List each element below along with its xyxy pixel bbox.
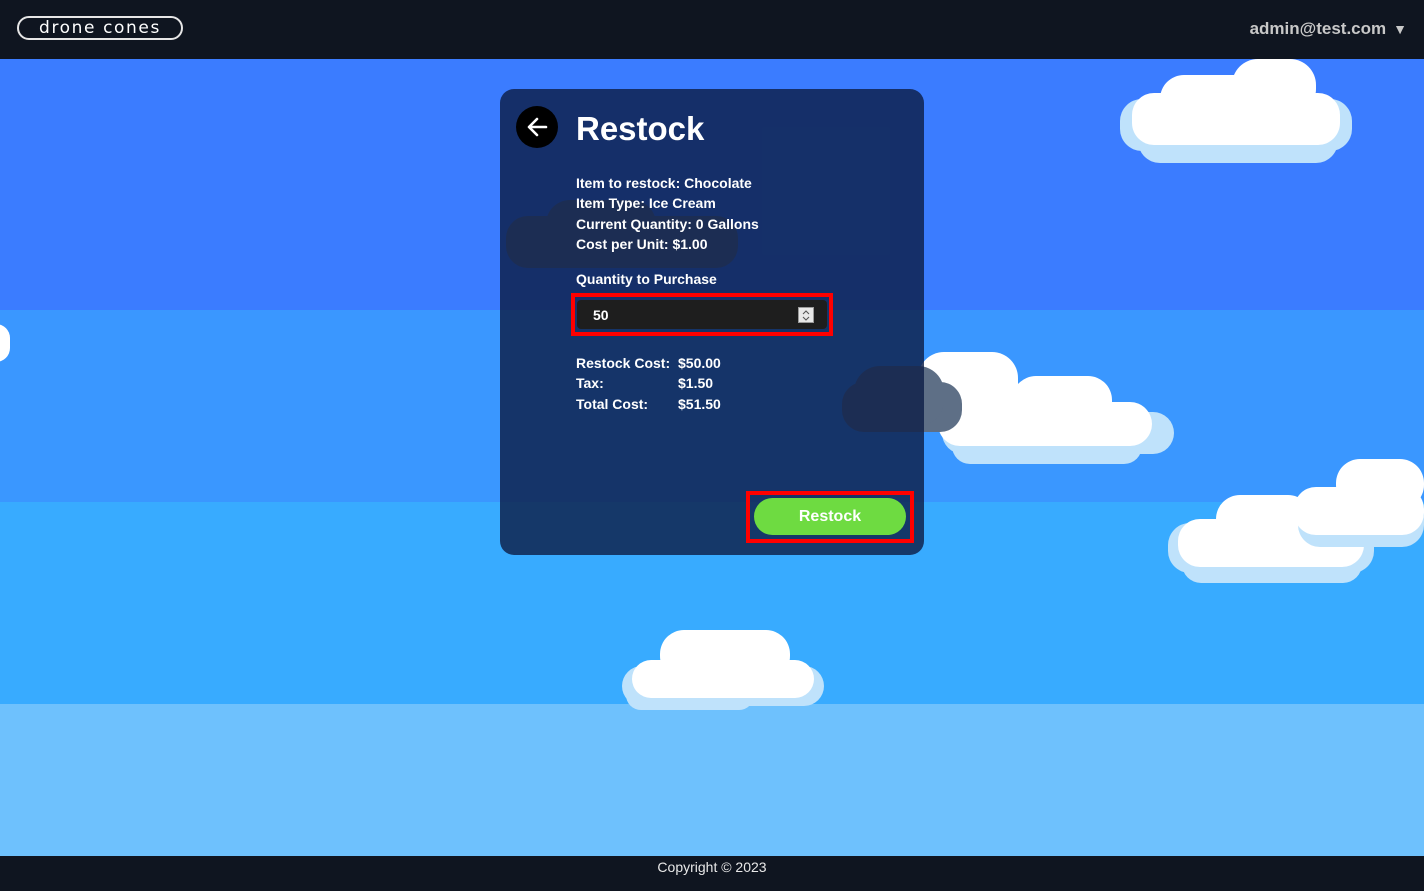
cost-row: Total Cost: $51.50 bbox=[576, 394, 721, 414]
quantity-label: Quantity to Purchase bbox=[576, 271, 717, 287]
cost-value: $50.00 bbox=[678, 355, 721, 371]
cost-summary: Restock Cost: $50.00 Tax: $1.50 Total Co… bbox=[576, 353, 721, 414]
user-menu[interactable]: admin@test.com ▼ bbox=[1250, 19, 1407, 39]
cloud-decoration bbox=[1168, 459, 1424, 583]
cost-value: $51.50 bbox=[678, 395, 721, 412]
quantity-spinner[interactable] bbox=[798, 307, 814, 323]
cost-label: Restock Cost: bbox=[576, 355, 671, 371]
restock-button[interactable]: Restock bbox=[754, 498, 906, 535]
cloud-decoration bbox=[0, 324, 10, 362]
current-quantity-line: Current Quantity: 0 Gallons bbox=[576, 215, 759, 232]
item-name-line: Item to restock: Chocolate bbox=[576, 175, 752, 191]
arrow-left-icon bbox=[527, 117, 548, 137]
item-type-line: Item Type: Ice Cream bbox=[576, 195, 716, 212]
cost-row: Tax: $1.50 bbox=[576, 373, 721, 393]
restock-card: Restock Item to restock: Chocolate Item … bbox=[500, 89, 924, 555]
sky-band bbox=[0, 704, 1424, 856]
caret-down-icon[interactable]: ▼ bbox=[1393, 21, 1407, 37]
back-button[interactable] bbox=[516, 106, 558, 148]
footer: Copyright © 2023 bbox=[0, 856, 1424, 891]
cloud-decoration bbox=[1120, 59, 1352, 163]
user-email: admin@test.com bbox=[1249, 19, 1387, 38]
item-details: Item to restock: Chocolate Item Type: Ic… bbox=[576, 173, 759, 254]
unit-cost-line: Cost per Unit: $1.00 bbox=[576, 235, 708, 252]
cost-label: Tax: bbox=[576, 375, 604, 392]
top-nav-bar: drone cones admin@test.com ▼ bbox=[0, 0, 1424, 59]
page-title: Restock bbox=[576, 110, 705, 147]
copyright-text: Copyright © 2023 bbox=[657, 859, 767, 875]
drone-cones-logo[interactable]: drone cones bbox=[17, 16, 183, 40]
cost-label: Total Cost: bbox=[576, 395, 649, 412]
quantity-input[interactable] bbox=[577, 300, 827, 329]
cost-row: Restock Cost: $50.00 bbox=[576, 353, 721, 373]
cost-value: $1.50 bbox=[678, 375, 714, 392]
cloud-decoration bbox=[622, 630, 824, 710]
spinner-arrows-icon bbox=[802, 309, 810, 321]
